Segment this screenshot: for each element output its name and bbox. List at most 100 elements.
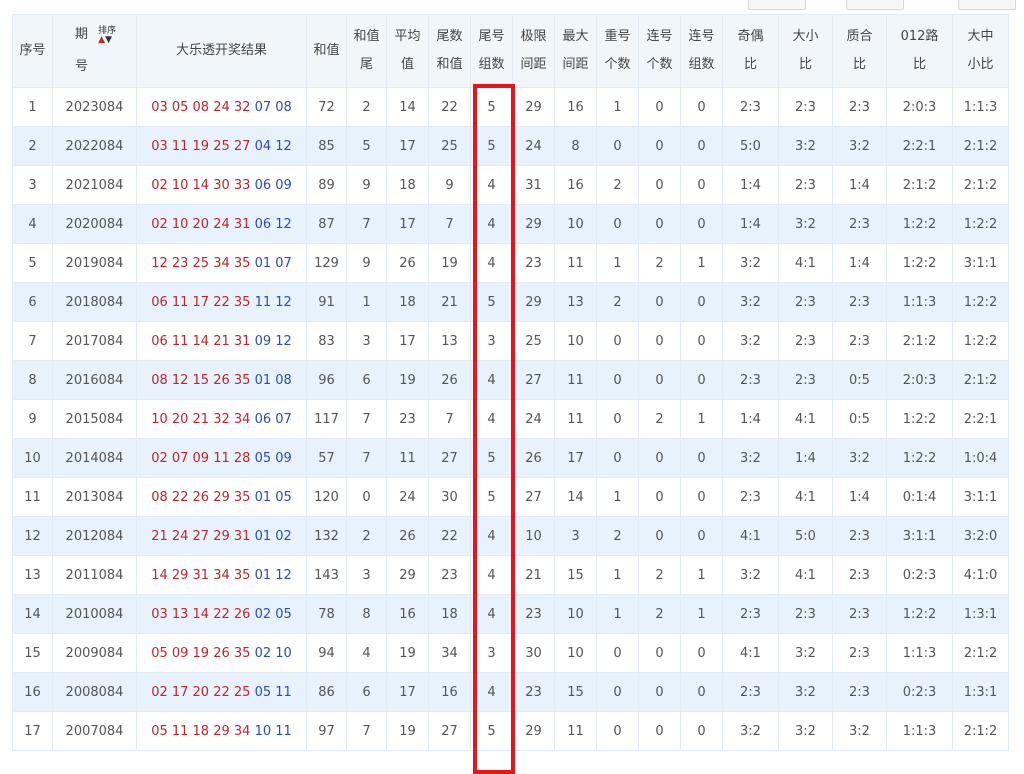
cell-sum-tail: 8 (346, 594, 387, 634)
cell-sum: 85 (306, 126, 347, 166)
cell-consec-grp: 0 (680, 321, 723, 361)
cell-tail-groups: 3 (470, 633, 513, 673)
cell-period: 2007084 (52, 711, 137, 751)
cell-period: 2018084 (52, 282, 137, 322)
cell-seq: 13 (12, 555, 53, 595)
cell-odd-even: 5:0 (722, 126, 779, 166)
cell-period: 2008084 (52, 672, 137, 712)
red-balls: 21 24 27 29 31 (151, 528, 251, 544)
cell-tail-sum: 34 (428, 633, 471, 673)
cell-bms: 3:2:0 (952, 516, 1009, 556)
cell-consec-grp: 1 (680, 594, 723, 634)
cell-prime: 2:3 (832, 633, 887, 673)
blue-balls: 01 12 (254, 567, 292, 583)
cell-big-small: 2:3 (778, 360, 833, 400)
cell-sum-tail: 4 (346, 633, 387, 673)
cell-tail-sum: 9 (428, 165, 471, 205)
cell-seq: 3 (12, 165, 53, 205)
cell-consec-grp: 0 (680, 672, 723, 712)
table-row: 13 2011084 14 29 31 34 35 01 12 143 3 29 23 4 21… (12, 555, 1009, 595)
cell-avg: 23 (386, 399, 429, 439)
red-balls: 05 09 19 26 35 (151, 645, 251, 661)
toolbar-control[interactable] (748, 0, 806, 10)
toolbar-control[interactable] (958, 0, 1016, 10)
cell-big-small: 4:1 (778, 477, 833, 517)
table-row: 7 2017084 06 11 14 21 31 09 12 83 3 17 13 3 25 10… (12, 321, 1009, 361)
cell-period: 2009084 (52, 633, 137, 673)
blue-balls: 06 12 (254, 216, 292, 232)
cell-big-small: 2:3 (778, 87, 833, 127)
cell-bms: 1:1:3 (952, 87, 1009, 127)
cell-avg: 14 (386, 87, 429, 127)
cell-consec-grp: 0 (680, 282, 723, 322)
toolbar-control[interactable] (846, 0, 904, 10)
cell-seq: 17 (12, 711, 53, 751)
cell-sum: 129 (306, 243, 347, 283)
cell-consec-cnt: 0 (638, 438, 681, 478)
cell-max-gap: 11 (554, 243, 597, 283)
blue-balls: 01 07 (254, 255, 292, 271)
cell-bms: 1:2:2 (952, 204, 1009, 244)
cell-repeat: 0 (596, 633, 639, 673)
cell-sum-tail: 7 (346, 399, 387, 439)
cell-prime: 0:5 (832, 360, 887, 400)
cell-bms: 1:3:1 (952, 594, 1009, 634)
cell-bms: 3:1:1 (952, 243, 1009, 283)
cell-draw-result: 03 13 14 22 26 02 05 (136, 594, 307, 634)
cell-odd-even: 3:2 (722, 711, 779, 751)
red-balls: 14 29 31 34 35 (151, 567, 251, 583)
cell-prime: 2:3 (832, 282, 887, 322)
table-row: 8 2016084 08 12 15 26 35 01 08 96 6 19 26 4 27 11… (12, 360, 1009, 400)
cell-seq: 6 (12, 282, 53, 322)
cell-tail-groups: 4 (470, 672, 513, 712)
cell-prime: 2:3 (832, 204, 887, 244)
cell-big-small: 3:2 (778, 672, 833, 712)
cell-sum-tail: 9 (346, 243, 387, 283)
cell-avg: 18 (386, 282, 429, 322)
cell-tail-groups: 4 (470, 360, 513, 400)
sort-down-icon[interactable]: ▼ (105, 35, 112, 45)
cell-seq: 8 (12, 360, 53, 400)
cell-seq: 7 (12, 321, 53, 361)
cell-tail-groups: 4 (470, 516, 513, 556)
cell-max-gap: 10 (554, 321, 597, 361)
cell-period: 2023084 (52, 87, 137, 127)
cell-max-gap: 10 (554, 204, 597, 244)
cell-bms: 1:0:4 (952, 438, 1009, 478)
top-toolbar-strip (0, 0, 1024, 14)
cell-period: 2012084 (52, 516, 137, 556)
cell-seq: 16 (12, 672, 53, 712)
cell-repeat: 0 (596, 399, 639, 439)
red-balls: 03 11 19 25 27 (151, 138, 251, 154)
col-header-tail-sum: 尾数 和值 (428, 14, 471, 88)
cell-limit-gap: 29 (512, 204, 555, 244)
cell-repeat: 1 (596, 243, 639, 283)
cell-road: 2:0:3 (886, 360, 953, 400)
cell-road: 0:2:3 (886, 555, 953, 595)
sort-toggle[interactable]: 排序 ▲▼ (98, 27, 116, 45)
cell-max-gap: 11 (554, 399, 597, 439)
cell-draw-result: 02 10 14 30 33 06 09 (136, 165, 307, 205)
cell-consec-cnt: 2 (638, 594, 681, 634)
cell-limit-gap: 10 (512, 516, 555, 556)
cell-sum-tail: 7 (346, 204, 387, 244)
cell-avg: 18 (386, 165, 429, 205)
cell-seq: 4 (12, 204, 53, 244)
cell-avg: 19 (386, 711, 429, 751)
cell-odd-even: 1:4 (722, 399, 779, 439)
cell-period: 2017084 (52, 321, 137, 361)
blue-balls: 01 05 (254, 489, 292, 505)
cell-avg: 17 (386, 672, 429, 712)
col-header-consec-groups: 连号 组数 (680, 14, 723, 88)
cell-seq: 5 (12, 243, 53, 283)
cell-odd-even: 3:2 (722, 243, 779, 283)
cell-draw-result: 02 10 20 24 31 06 12 (136, 204, 307, 244)
cell-sum: 78 (306, 594, 347, 634)
cell-consec-cnt: 0 (638, 321, 681, 361)
col-header-period[interactable]: 期 排序 ▲▼ 号 (52, 14, 137, 88)
cell-consec-cnt: 0 (638, 87, 681, 127)
cell-big-small: 3:2 (778, 711, 833, 751)
cell-repeat: 1 (596, 594, 639, 634)
cell-tail-groups: 4 (470, 204, 513, 244)
cell-tail-groups: 5 (470, 477, 513, 517)
